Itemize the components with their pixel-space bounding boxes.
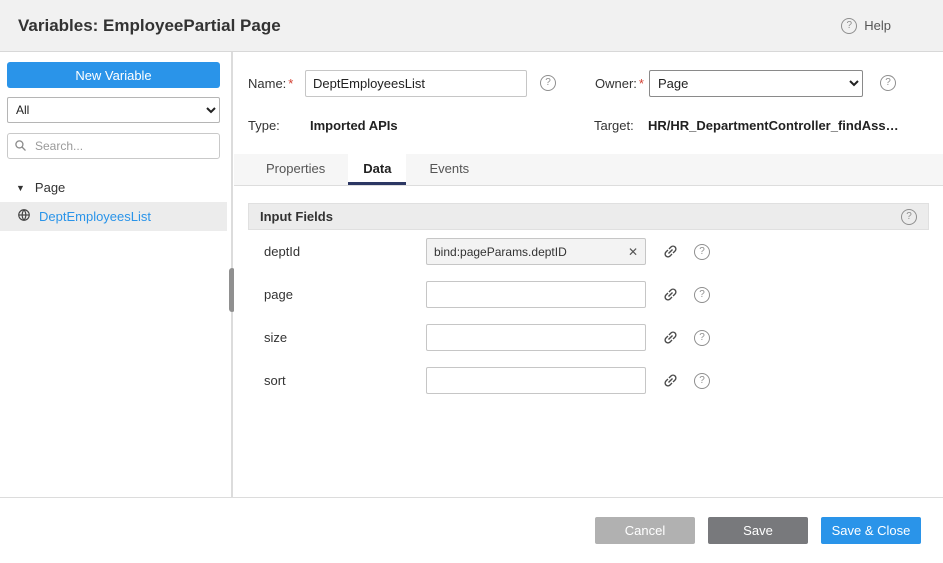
field-label: size [264, 330, 426, 345]
field-help-icon[interactable]: ? [694, 330, 710, 346]
tree-group-page[interactable]: ▼ Page [0, 173, 227, 202]
variable-filter-select[interactable]: All [7, 97, 220, 123]
bind-link-icon[interactable] [661, 286, 679, 304]
target-label: Target: [594, 118, 648, 133]
required-asterisk: * [288, 76, 293, 91]
variable-item-label: DeptEmployeesList [39, 209, 151, 224]
tab-properties[interactable]: Properties [251, 154, 340, 185]
size-input[interactable] [426, 324, 646, 351]
field-row-page: page ? [248, 273, 929, 316]
target-value: HR/HR_DepartmentController_findAss… [648, 118, 899, 133]
type-label: Type: [248, 118, 310, 133]
page-title: Variables: EmployeePartial Page [18, 16, 281, 36]
page-input[interactable] [426, 281, 646, 308]
name-input[interactable] [305, 70, 527, 97]
field-help-icon[interactable]: ? [694, 287, 710, 303]
variables-dialog: Variables: EmployeePartial Page ? Help N… [0, 0, 943, 563]
help-label[interactable]: Help [864, 18, 891, 33]
bind-link-icon[interactable] [661, 329, 679, 347]
input-fields-title: Input Fields [260, 209, 333, 224]
field-row-deptid: deptId bind:pageParams.deptID ✕ ? [248, 230, 929, 273]
variable-form: Name:* ? Owner:* Page ? Type: Imported A… [234, 52, 943, 138]
clear-bind-icon[interactable]: ✕ [626, 245, 640, 259]
dialog-header: Variables: EmployeePartial Page ? Help [0, 0, 943, 52]
cancel-button[interactable]: Cancel [595, 517, 695, 544]
help-link[interactable]: ? Help [841, 18, 891, 34]
field-help-icon[interactable]: ? [694, 373, 710, 389]
tree-group-label: Page [35, 180, 65, 195]
variable-list-item-selected[interactable]: DeptEmployeesList [0, 202, 227, 231]
field-label: sort [264, 373, 426, 388]
name-help-icon[interactable]: ? [540, 75, 556, 91]
field-label: deptId [264, 244, 426, 259]
save-and-close-button[interactable]: Save & Close [821, 517, 921, 544]
form-row-name-owner: Name:* ? Owner:* Page ? [248, 68, 929, 98]
save-button[interactable]: Save [708, 517, 808, 544]
search-input[interactable] [7, 133, 220, 159]
deptid-bind-input[interactable]: bind:pageParams.deptID ✕ [426, 238, 646, 265]
dialog-footer: Cancel Save Save & Close [0, 497, 943, 563]
search-icon [14, 139, 27, 155]
field-label: page [264, 287, 426, 302]
service-variable-icon [17, 208, 31, 225]
field-help-icon[interactable]: ? [694, 244, 710, 260]
tab-data[interactable]: Data [348, 154, 406, 185]
collapse-caret-icon[interactable]: ▼ [16, 183, 25, 193]
detail-tabs: Properties Data Events [234, 154, 943, 186]
help-icon[interactable]: ? [841, 18, 857, 34]
bind-link-icon[interactable] [661, 243, 679, 261]
owner-label: Owner:* [595, 76, 649, 91]
variable-detail-panel: Name:* ? Owner:* Page ? Type: Imported A… [234, 52, 943, 497]
type-value: Imported APIs [310, 118, 594, 133]
form-row-type-target: Type: Imported APIs Target: HR/HR_Depart… [248, 112, 929, 138]
owner-help-icon[interactable]: ? [880, 75, 896, 91]
sort-input[interactable] [426, 367, 646, 394]
bind-expression: bind:pageParams.deptID [434, 245, 626, 259]
field-row-size: size ? [248, 316, 929, 359]
bind-link-icon[interactable] [661, 372, 679, 390]
variable-search [7, 133, 220, 159]
input-fields-section: Input Fields ? deptId bind:pageParams.de… [248, 203, 929, 402]
tab-events[interactable]: Events [414, 154, 484, 185]
input-fields-help-icon[interactable]: ? [901, 209, 917, 225]
field-row-sort: sort ? [248, 359, 929, 402]
variables-sidebar: New Variable All ▼ Page [0, 52, 227, 497]
name-label: Name:* [248, 76, 305, 91]
required-asterisk: * [639, 76, 644, 91]
new-variable-button[interactable]: New Variable [7, 62, 220, 88]
input-fields-header: Input Fields ? [248, 203, 929, 230]
owner-select[interactable]: Page [649, 70, 863, 97]
